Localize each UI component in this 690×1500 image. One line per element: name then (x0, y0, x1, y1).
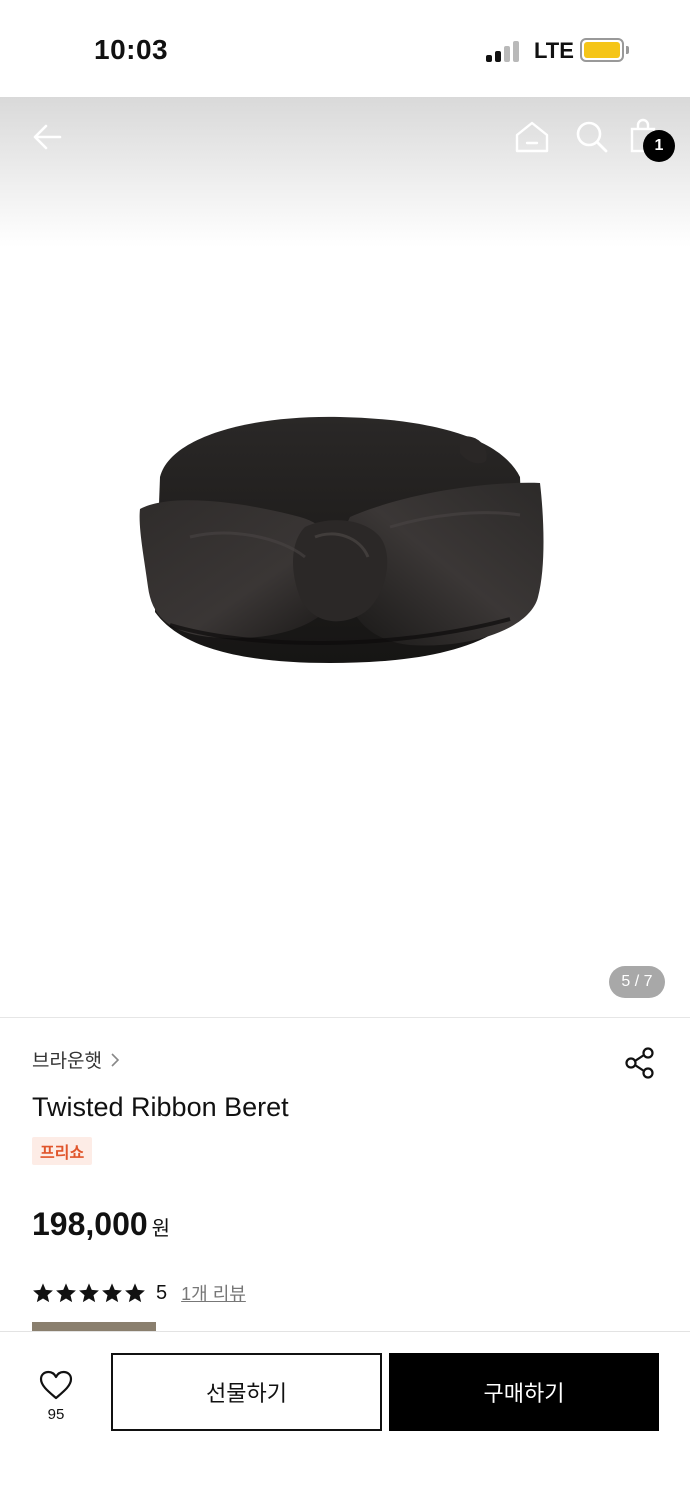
divider (0, 1017, 690, 1018)
signal-icon (486, 40, 522, 62)
like-count: 95 (47, 1406, 65, 1423)
status-bar: 10:03 LTE (0, 0, 690, 97)
rating-row: 5 1개 리뷰 (32, 1280, 246, 1306)
status-time: 10:03 (94, 34, 169, 65)
back-arrow-icon[interactable] (28, 117, 68, 157)
gift-button[interactable]: 선물하기 (111, 1353, 382, 1431)
star-icon (33, 1283, 53, 1303)
star-icon (79, 1283, 99, 1303)
chevron-right-icon (111, 1052, 120, 1067)
currency: 원 (151, 1218, 171, 1240)
bottom-action-bar: 95 선물하기 구매하기 (0, 1331, 690, 1500)
rating-stars (32, 1282, 146, 1304)
product-tag: 프리쇼 (32, 1137, 93, 1165)
price: 198,000 (32, 1206, 148, 1242)
brand-link[interactable]: 브라운햇 (32, 1046, 122, 1073)
product-photo (139, 416, 544, 663)
rating-value: 5 (156, 1281, 168, 1304)
like-button[interactable]: 95 (30, 1370, 82, 1430)
buy-button[interactable]: 구매하기 (389, 1353, 659, 1431)
battery-nub (626, 46, 629, 54)
share-icon[interactable] (624, 1046, 656, 1080)
home-icon[interactable] (512, 117, 552, 157)
network-label: LTE (534, 38, 574, 63)
product-title: Twisted Ribbon Beret (32, 1092, 289, 1122)
star-icon (125, 1283, 145, 1303)
search-icon[interactable] (572, 117, 612, 157)
product-gallery[interactable]: 1 5 / 7 (0, 97, 690, 1017)
cart-count-badge: 1 (643, 130, 675, 162)
star-icon (56, 1283, 76, 1303)
brand-name: 브라운햇 (32, 1051, 102, 1072)
battery-icon (580, 38, 624, 62)
star-icon (102, 1283, 122, 1303)
review-count-link[interactable]: 1개 리뷰 (181, 1280, 246, 1306)
price-row: 198,000 원 (32, 1206, 170, 1243)
gallery-page-indicator: 5 / 7 (609, 966, 665, 998)
heart-icon (39, 1370, 73, 1400)
